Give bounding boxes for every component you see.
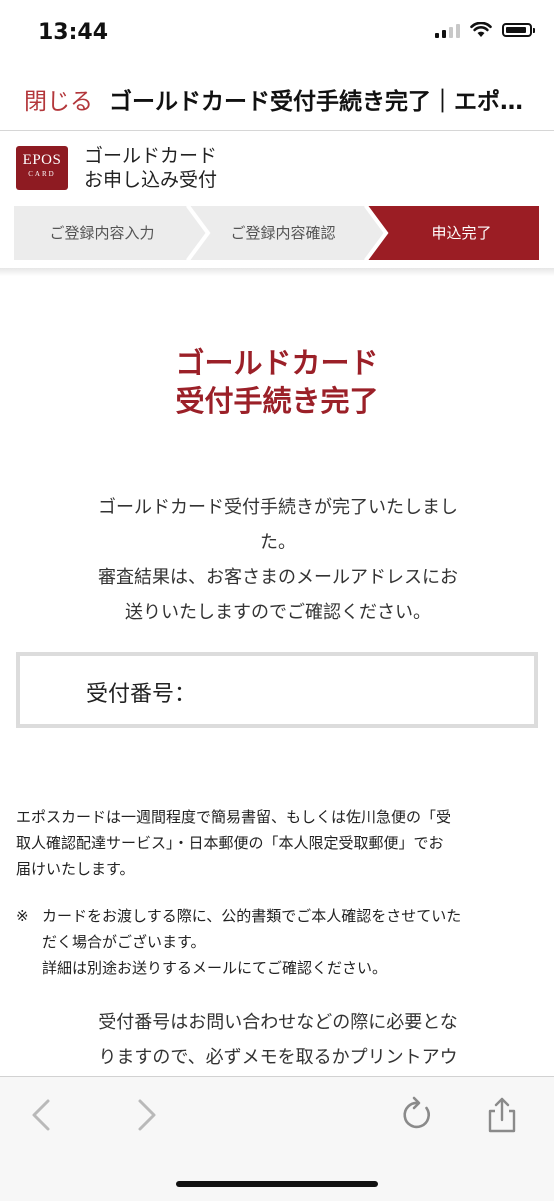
heading-line2: 受付手続き完了 xyxy=(175,384,379,418)
browser-toolbar xyxy=(0,1076,554,1201)
step-1-label: ご登録内容入力 xyxy=(49,224,155,242)
note-mark: ※ xyxy=(16,907,29,925)
wifi-icon xyxy=(470,22,492,37)
completion-message: ゴールドカード受付手続きが完了いたしまし た。 審査結果は、お客さまのメールアド… xyxy=(58,490,498,630)
status-time: 13:44 xyxy=(38,20,109,45)
receipt-number-label: 受付番号： xyxy=(86,682,197,707)
brand-title-line2: お申し込み受付 xyxy=(84,169,218,191)
epos-card-logo: EPOS CARD xyxy=(16,146,68,190)
page-title: ゴールドカード受付手続き完了｜エポ… xyxy=(109,89,523,115)
browser-nav-bar: 閉じる ゴールドカード受付手続き完了｜エポ… xyxy=(0,72,554,126)
message-line4: 送りいたしますのでご確認ください。 xyxy=(125,602,431,623)
message-line1: ゴールドカード受付手続きが完了いたしまし xyxy=(98,497,458,518)
reload-icon[interactable] xyxy=(398,1095,438,1135)
nav-divider xyxy=(0,130,554,131)
step-progress: ご登録内容入力 ご登録内容確認 申込完了 xyxy=(14,206,539,260)
message-line3: 審査結果は、お客さまのメールアドレスにお xyxy=(98,567,458,588)
header-shadow xyxy=(0,268,554,276)
note-line1: カードをお渡しする際に、公的書類でご本人確認をさせていた xyxy=(42,907,462,925)
delivery-info: エポスカードは一週間程度で簡易書留、もしくは佐川急便の「受 取人確認配達サービス… xyxy=(16,804,540,882)
note-line2: だく場合がございます。 xyxy=(42,933,206,951)
memo-line2: りますので、必ずメモを取るかプリントアウ xyxy=(98,1047,458,1068)
brand-header: EPOS CARD ゴールドカード お申し込み受付 xyxy=(0,140,554,202)
close-button[interactable]: 閉じる xyxy=(24,82,93,116)
note-line3: 詳細は別途お送りするメールにてご確認ください。 xyxy=(42,959,388,977)
brand-title-line1: ゴールドカード xyxy=(84,145,218,167)
step-2-label: ご登録内容確認 xyxy=(230,224,336,242)
memo-instruction: 受付番号はお問い合わせなどの際に必要とな りますので、必ずメモを取るかプリントア… xyxy=(68,1005,488,1075)
step-3-label: 申込完了 xyxy=(431,224,492,242)
delivery-line2: 取人確認配達サービス」・日本郵便の「本人限定受取郵便」でお xyxy=(16,834,444,852)
note-body: カードをお渡しする際に、公的書類でご本人確認をさせていた だく場合がございます。… xyxy=(42,903,540,981)
back-arrow-icon[interactable] xyxy=(22,1095,62,1135)
delivery-line3: 届けいたします。 xyxy=(16,860,135,878)
brand-title: ゴールドカード お申し込み受付 xyxy=(84,144,217,192)
battery-icon xyxy=(502,23,535,37)
status-bar: 13:44 xyxy=(0,0,554,66)
home-indicator xyxy=(176,1181,378,1187)
status-icons xyxy=(435,22,535,38)
logo-text-bottom: CARD xyxy=(28,170,56,178)
cellular-signal-icon xyxy=(435,22,460,38)
identity-check-note: ※ カードをお渡しする際に、公的書類でご本人確認をさせていた だく場合がございま… xyxy=(16,903,540,981)
heading-line1: ゴールドカード xyxy=(175,346,379,380)
delivery-line1: エポスカードは一週間程度で簡易書留、もしくは佐川急便の「受 xyxy=(16,808,452,826)
receipt-number-box: 受付番号： xyxy=(16,652,538,728)
memo-line1: 受付番号はお問い合わせなどの際に必要とな xyxy=(98,1012,458,1033)
forward-arrow-icon[interactable] xyxy=(126,1095,166,1135)
share-icon[interactable] xyxy=(482,1095,522,1135)
message-line2: た。 xyxy=(260,532,296,553)
logo-text-top: EPOS xyxy=(22,152,62,168)
completion-heading: ゴールドカード 受付手続き完了 xyxy=(0,344,554,420)
